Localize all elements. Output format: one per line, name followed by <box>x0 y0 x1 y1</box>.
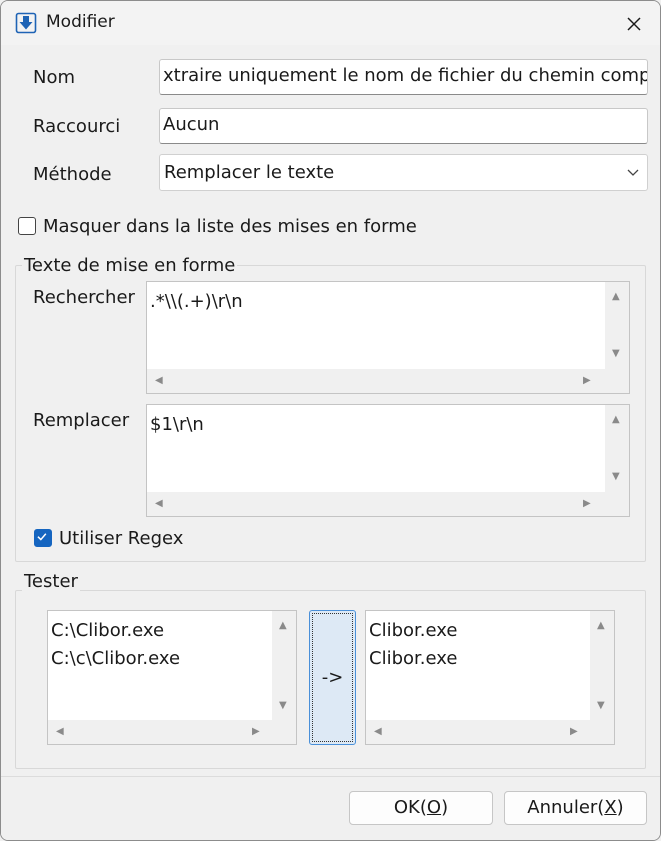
methode-select[interactable]: Remplacer le texte <box>159 154 648 191</box>
footer: OK(O) Annuler(X) <box>1 777 660 840</box>
scroll-down-icon[interactable]: ▼ <box>279 701 287 711</box>
hide-checkbox[interactable] <box>18 217 36 235</box>
nom-label: Nom <box>33 67 76 88</box>
scroll-right-icon[interactable]: ▶ <box>570 727 578 737</box>
tester-output-text[interactable]: Clibor.exe Clibor.exe <box>366 611 590 720</box>
tester-input-vscroll[interactable]: ▲ ▼ <box>272 611 296 720</box>
ok-label-post: ) <box>441 797 449 818</box>
regex-label: Utiliser Regex <box>59 528 184 549</box>
chevron-down-icon <box>627 169 639 176</box>
nom-input[interactable]: xtraire uniquement le nom de fichier du … <box>159 59 648 95</box>
scroll-down-icon[interactable]: ▼ <box>612 349 620 359</box>
methode-value: Remplacer le texte <box>164 162 335 183</box>
scroll-down-icon[interactable]: ▼ <box>597 701 605 711</box>
format-group-title: Texte de mise en forme <box>22 255 238 276</box>
tester-input-text[interactable]: C:\Clibor.exe C:\c\Clibor.exe <box>48 611 272 720</box>
tester-input-hscroll[interactable]: ◀ ▶ <box>48 720 272 744</box>
scroll-left-icon[interactable]: ◀ <box>155 499 163 509</box>
replace-label: Remplacer <box>33 410 130 431</box>
scroll-down-icon[interactable]: ▼ <box>612 472 620 482</box>
checkmark-icon <box>37 533 47 541</box>
search-hscroll[interactable]: ◀ ▶ <box>147 369 605 393</box>
tester-output-memo[interactable]: Clibor.exe Clibor.exe ▲ ▼ ◀ ▶ <box>365 610 615 745</box>
hide-label: Masquer dans la liste des mises en forme <box>43 216 417 237</box>
scroll-right-icon[interactable]: ▶ <box>252 727 260 737</box>
tester-output-vscroll[interactable]: ▲ ▼ <box>590 611 614 720</box>
raccourci-label: Raccourci <box>33 116 121 137</box>
methode-label: Méthode <box>33 164 112 185</box>
title-bar: Modifier <box>1 1 660 45</box>
window-title: Modifier <box>46 12 115 32</box>
close-icon[interactable] <box>620 10 648 38</box>
scroll-left-icon[interactable]: ◀ <box>56 727 64 737</box>
dialog-window: Modifier Nom xtraire uniquement le nom d… <box>0 0 661 841</box>
cancel-button[interactable]: Annuler(X) <box>504 791 647 825</box>
run-test-button[interactable]: -> <box>309 610 356 745</box>
replace-vscroll[interactable]: ▲ ▼ <box>605 405 629 492</box>
scroll-up-icon[interactable]: ▲ <box>279 621 287 631</box>
scroll-up-icon[interactable]: ▲ <box>612 415 620 425</box>
search-label: Rechercher <box>33 287 135 308</box>
cancel-label-post: ) <box>616 797 624 818</box>
replace-text[interactable]: $1\r\n <box>147 405 605 492</box>
tester-output-hscroll[interactable]: ◀ ▶ <box>366 720 590 744</box>
download-arrow-icon <box>15 12 37 34</box>
cancel-label-pre: Annuler( <box>527 797 605 818</box>
ok-label-pre: OK( <box>393 797 427 818</box>
tester-group-title: Tester <box>22 571 80 592</box>
scroll-left-icon[interactable]: ◀ <box>374 727 382 737</box>
regex-checkbox[interactable] <box>34 529 52 547</box>
replace-hscroll[interactable]: ◀ ▶ <box>147 492 605 516</box>
scroll-right-icon[interactable]: ▶ <box>583 376 591 386</box>
search-vscroll[interactable]: ▲ ▼ <box>605 282 629 369</box>
search-memo[interactable]: .*\\(.+)\r\n ▲ ▼ ◀ ▶ <box>146 281 630 394</box>
scroll-right-icon[interactable]: ▶ <box>583 499 591 509</box>
search-text[interactable]: .*\\(.+)\r\n <box>147 282 605 369</box>
ok-button[interactable]: OK(O) <box>349 791 493 825</box>
tester-input-memo[interactable]: C:\Clibor.exe C:\c\Clibor.exe ▲ ▼ ◀ ▶ <box>47 610 297 745</box>
raccourci-input[interactable]: Aucun <box>159 108 648 144</box>
scroll-up-icon[interactable]: ▲ <box>597 621 605 631</box>
cancel-accel-key: X <box>604 797 617 818</box>
scroll-left-icon[interactable]: ◀ <box>155 376 163 386</box>
ok-accel-key: O <box>426 797 442 818</box>
replace-memo[interactable]: $1\r\n ▲ ▼ ◀ ▶ <box>146 404 630 517</box>
scroll-up-icon[interactable]: ▲ <box>612 292 620 302</box>
